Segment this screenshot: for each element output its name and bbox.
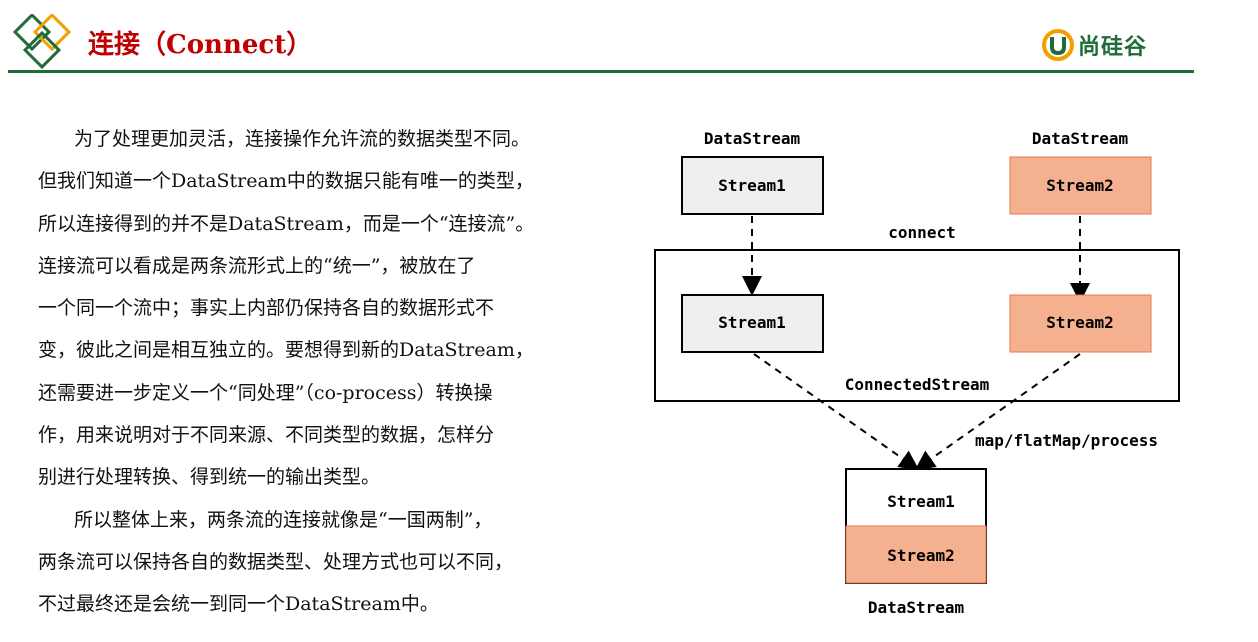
source-left-label: DataStream <box>704 129 801 148</box>
source-stream1-label: Stream1 <box>718 176 785 195</box>
text-line: 变，彼此之间是相互独立的。要想得到新的DataStream， <box>38 339 534 362</box>
text-line: 但我们知道一个DataStream中的数据只能有唯一的类型， <box>38 170 534 193</box>
u-shield-icon <box>1042 29 1074 61</box>
slide-header: 连接（Connect） 尚硅谷 <box>0 0 1258 80</box>
source-stream2-label: Stream2 <box>1046 176 1113 195</box>
text-line: 作，用来说明对于不同来源、不同类型的数据，怎样分 <box>38 424 495 447</box>
text-line: 所以整体上来，两条流的连接就像是“一国两制”， <box>74 508 493 531</box>
explanation-text: 为了处理更加灵活，连接操作允许流的数据类型不同。 但我们知道一个DataStre… <box>38 118 638 626</box>
text-line: 为了处理更加灵活，连接操作允许流的数据类型不同。 <box>74 128 531 150</box>
text-line: 两条流可以保持各自的数据类型、处理方式也可以不同， <box>38 550 514 573</box>
source-right-label: DataStream <box>1032 129 1129 148</box>
output-label: DataStream <box>868 598 965 617</box>
page-title: 连接（Connect） <box>88 30 313 60</box>
text-line: 所以连接得到的并不是DataStream，而是一个“连接流”。 <box>38 212 535 235</box>
text-line: 不过最终还是会统一到同一个DataStream中。 <box>38 593 439 616</box>
text-line: 连接流可以看成是两条流形式上的“统一”，被放在了 <box>38 254 476 277</box>
transform-label: map/flatMap/process <box>975 431 1158 450</box>
header-divider <box>8 70 1194 73</box>
brand-logo: 尚硅谷 <box>1042 28 1147 62</box>
output-stream2-label: Stream2 <box>887 546 954 565</box>
connected-stream2-label: Stream2 <box>1046 313 1113 332</box>
connected-stream1-label: Stream1 <box>718 313 785 332</box>
text-line: 别进行处理转换、得到统一的输出类型。 <box>38 466 381 489</box>
output-stream1-label: Stream1 <box>887 492 954 511</box>
connected-stream-label: ConnectedStream <box>845 375 990 394</box>
text-line: 还需要进一步定义一个“同处理”（co-process）转换操 <box>38 381 493 404</box>
merge-arrow-left <box>753 353 920 471</box>
brand-name: 尚硅谷 <box>1078 35 1148 60</box>
text-line: 一个同一个流中；事实上内部仍保持各自的数据形式不 <box>38 297 495 320</box>
connect-diagram: DataStream DataStream Stream1 Stream2 co… <box>654 129 1180 617</box>
connect-label: connect <box>888 223 955 242</box>
merge-arrow-right <box>914 353 1081 471</box>
double-diamond-icon <box>12 14 72 70</box>
